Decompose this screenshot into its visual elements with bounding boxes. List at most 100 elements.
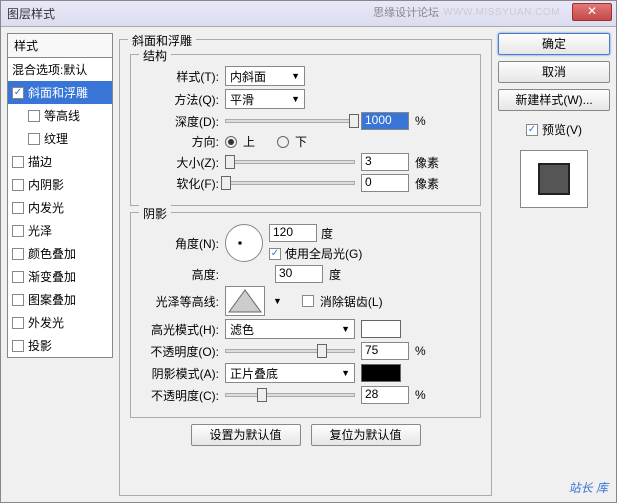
sidebar-item[interactable]: 渐变叠加 (8, 265, 112, 288)
shadow-opacity-label: 不透明度(C): (141, 387, 219, 404)
gloss-label: 光泽等高线: (141, 293, 219, 310)
structure-title: 结构 (139, 47, 171, 64)
titlebar-right: 思缘设计论坛 WWW.MISSYUAN.COM ✕ (373, 3, 612, 21)
highlight-mode-select[interactable]: 滤色▼ (225, 319, 355, 339)
style-label: 样式(T): (141, 68, 219, 85)
bevel-group: 斜面和浮雕 结构 样式(T): 内斜面▼ 方法(Q): 平滑▼ 深度(D): (119, 39, 492, 496)
sidebar-item-label: 混合选项:默认 (12, 61, 87, 78)
chevron-down-icon: ▼ (291, 94, 300, 104)
sidebar-checkbox[interactable] (12, 294, 24, 306)
global-light-checkbox[interactable] (269, 248, 281, 260)
sidebar-item-label: 斜面和浮雕 (28, 84, 88, 101)
sidebar-checkbox[interactable] (12, 271, 24, 283)
highlight-opacity-slider[interactable] (225, 349, 355, 353)
highlight-color[interactable] (361, 320, 401, 338)
sidebar-checkbox[interactable] (12, 248, 24, 260)
direction-down-radio[interactable] (277, 136, 289, 148)
sidebar-item[interactable]: 等高线 (8, 104, 112, 127)
depth-unit: % (415, 114, 426, 128)
altitude-unit: 度 (329, 266, 341, 283)
highlight-opacity-input[interactable]: 75 (361, 342, 409, 360)
sidebar-checkbox[interactable] (28, 110, 40, 122)
reset-default-button[interactable]: 复位为默认值 (311, 424, 421, 446)
shadow-mode-select[interactable]: 正片叠底▼ (225, 363, 355, 383)
ok-button[interactable]: 确定 (498, 33, 610, 55)
depth-slider[interactable] (225, 119, 355, 123)
sidebar-item[interactable]: 外发光 (8, 311, 112, 334)
chevron-down-icon: ▼ (291, 71, 300, 81)
sidebar-item[interactable]: 描边 (8, 150, 112, 173)
main-panel: 斜面和浮雕 结构 样式(T): 内斜面▼ 方法(Q): 平滑▼ 深度(D): (119, 33, 492, 496)
forum-url: WWW.MISSYUAN.COM (443, 7, 560, 18)
sidebar-item[interactable]: 颜色叠加 (8, 242, 112, 265)
titlebar: 图层样式 思缘设计论坛 WWW.MISSYUAN.COM ✕ (1, 1, 616, 27)
direction-up-radio[interactable] (225, 136, 237, 148)
soften-unit: 像素 (415, 175, 439, 192)
shadow-group: 阴影 角度(N): 120 度 使用全局光(G) (130, 212, 481, 418)
shadow-opacity-slider[interactable] (225, 393, 355, 397)
sidebar-checkbox[interactable] (12, 202, 24, 214)
sidebar-item-label: 等高线 (44, 107, 80, 124)
right-panel: 确定 取消 新建样式(W)... 预览(V) (498, 33, 610, 496)
sidebar-item[interactable]: 投影 (8, 334, 112, 357)
chevron-down-icon[interactable]: ▼ (273, 296, 282, 306)
forum-text: 思缘设计论坛 (373, 4, 439, 20)
direction-down-label: 下 (295, 133, 307, 150)
size-slider[interactable] (225, 160, 355, 164)
soften-input[interactable]: 0 (361, 174, 409, 192)
shadow-title: 阴影 (139, 205, 171, 222)
preview-swatch (538, 163, 570, 195)
size-input[interactable]: 3 (361, 153, 409, 171)
style-select[interactable]: 内斜面▼ (225, 66, 305, 86)
sidebar-item[interactable]: 图案叠加 (8, 288, 112, 311)
sidebar-item-label: 外发光 (28, 314, 64, 331)
sidebar-checkbox[interactable] (12, 317, 24, 329)
sidebar-item[interactable]: 内阴影 (8, 173, 112, 196)
sidebar-item[interactable]: 混合选项:默认 (8, 58, 112, 81)
sidebar-item-label: 纹理 (44, 130, 68, 147)
depth-input[interactable]: 1000 (361, 112, 409, 130)
set-default-button[interactable]: 设置为默认值 (191, 424, 301, 446)
shadow-opacity-unit: % (415, 388, 426, 402)
sidebar-checkbox[interactable] (28, 133, 40, 145)
sidebar-item-label: 颜色叠加 (28, 245, 76, 262)
sidebar-checkbox[interactable] (12, 87, 24, 99)
global-light-label: 使用全局光(G) (285, 245, 362, 262)
soften-label: 软化(F): (141, 175, 219, 192)
size-label: 大小(Z): (141, 154, 219, 171)
soften-slider[interactable] (225, 181, 355, 185)
angle-input[interactable]: 120 (269, 224, 317, 242)
new-style-button[interactable]: 新建样式(W)... (498, 89, 610, 111)
sidebar-item[interactable]: 纹理 (8, 127, 112, 150)
shadow-color[interactable] (361, 364, 401, 382)
direction-label: 方向: (141, 133, 219, 150)
sidebar-item[interactable]: 光泽 (8, 219, 112, 242)
contour-icon (227, 288, 263, 314)
sidebar-checkbox[interactable] (12, 340, 24, 352)
sidebar-checkbox[interactable] (12, 156, 24, 168)
angle-dial[interactable] (225, 224, 263, 262)
close-button[interactable]: ✕ (572, 3, 612, 21)
sidebar-checkbox[interactable] (12, 179, 24, 191)
sidebar-checkbox[interactable] (12, 225, 24, 237)
preview-checkbox[interactable] (526, 124, 538, 136)
altitude-input[interactable]: 30 (275, 265, 323, 283)
sidebar-list: 混合选项:默认斜面和浮雕等高线纹理描边内阴影内发光光泽颜色叠加渐变叠加图案叠加外… (7, 58, 113, 358)
depth-label: 深度(D): (141, 113, 219, 130)
sidebar-item-label: 描边 (28, 153, 52, 170)
window-title: 图层样式 (7, 5, 55, 22)
method-select[interactable]: 平滑▼ (225, 89, 305, 109)
shadow-opacity-input[interactable]: 28 (361, 386, 409, 404)
highlight-opacity-unit: % (415, 344, 426, 358)
structure-group: 结构 样式(T): 内斜面▼ 方法(Q): 平滑▼ 深度(D): 1000 % (130, 54, 481, 206)
preview-label: 预览(V) (542, 121, 582, 138)
antialias-checkbox[interactable] (302, 295, 314, 307)
cancel-button[interactable]: 取消 (498, 61, 610, 83)
highlight-opacity-label: 不透明度(O): (141, 343, 219, 360)
size-unit: 像素 (415, 154, 439, 171)
method-label: 方法(Q): (141, 91, 219, 108)
sidebar-item[interactable]: 内发光 (8, 196, 112, 219)
sidebar-item[interactable]: 斜面和浮雕 (8, 81, 112, 104)
gloss-contour[interactable] (225, 286, 265, 316)
angle-label: 角度(N): (141, 235, 219, 252)
